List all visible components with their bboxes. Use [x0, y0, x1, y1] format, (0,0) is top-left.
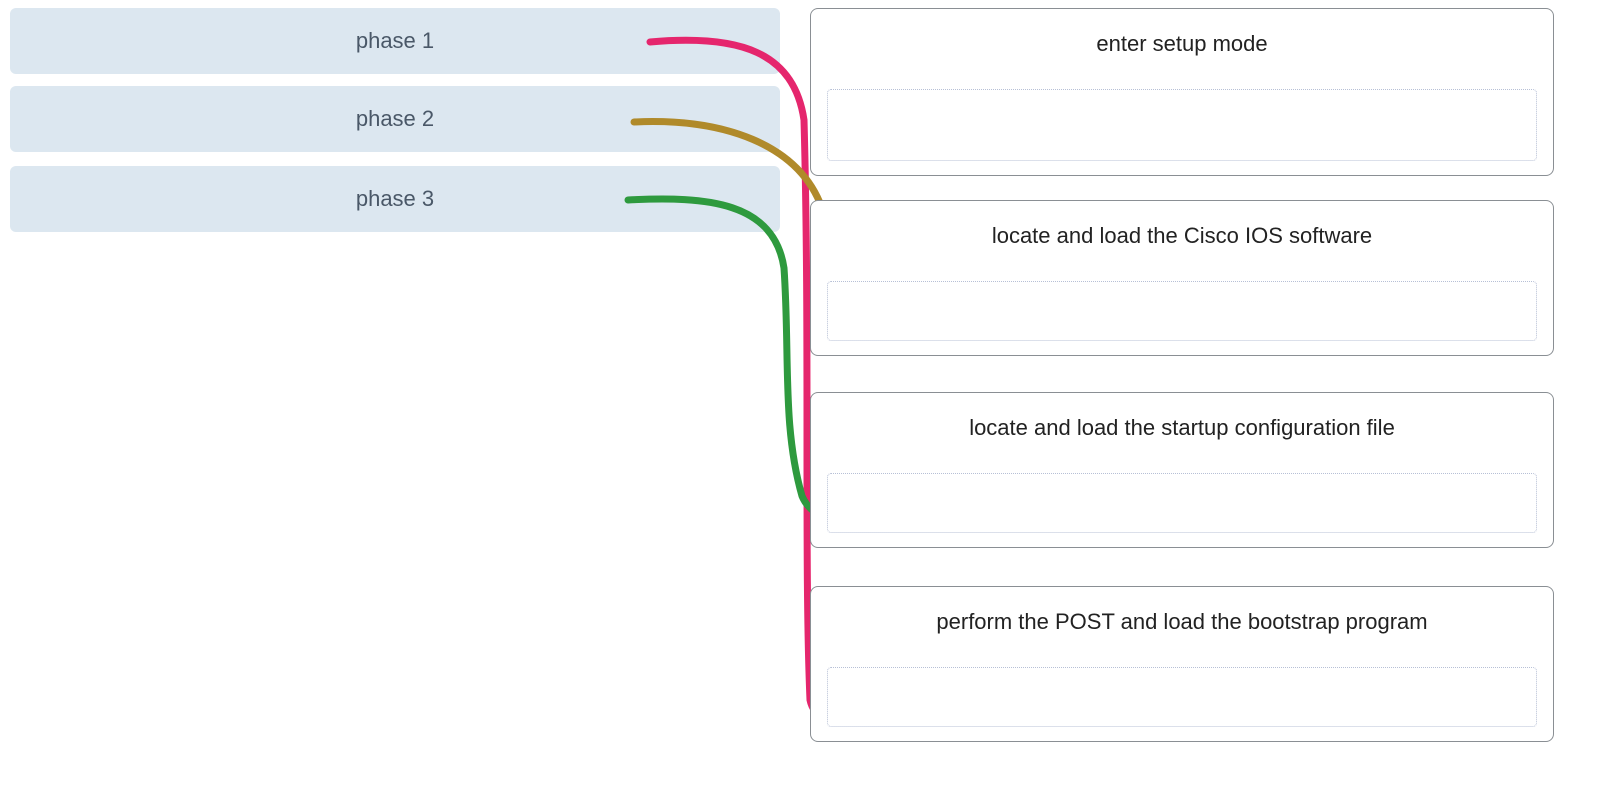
target-card-3[interactable]: locate and load the startup configuratio…: [810, 392, 1554, 548]
matching-diagram: phase 1 phase 2 phase 3 enter setup mode…: [0, 0, 1600, 792]
target-title: perform the POST and load the bootstrap …: [827, 605, 1537, 645]
phase-item-2[interactable]: phase 2: [10, 86, 780, 152]
drop-zone[interactable]: [827, 89, 1537, 161]
drop-zone[interactable]: [827, 281, 1537, 341]
phase-item-3[interactable]: phase 3: [10, 166, 780, 232]
target-title: locate and load the startup configuratio…: [827, 411, 1537, 451]
target-title: locate and load the Cisco IOS software: [827, 219, 1537, 259]
drop-zone[interactable]: [827, 667, 1537, 727]
phase-label: phase 1: [356, 28, 434, 54]
target-card-4[interactable]: perform the POST and load the bootstrap …: [810, 586, 1554, 742]
drop-zone[interactable]: [827, 473, 1537, 533]
target-title: enter setup mode: [827, 27, 1537, 67]
target-card-1[interactable]: enter setup mode: [810, 8, 1554, 176]
phase-item-1[interactable]: phase 1: [10, 8, 780, 74]
target-card-2[interactable]: locate and load the Cisco IOS software: [810, 200, 1554, 356]
phase-label: phase 2: [356, 106, 434, 132]
phase-label: phase 3: [356, 186, 434, 212]
